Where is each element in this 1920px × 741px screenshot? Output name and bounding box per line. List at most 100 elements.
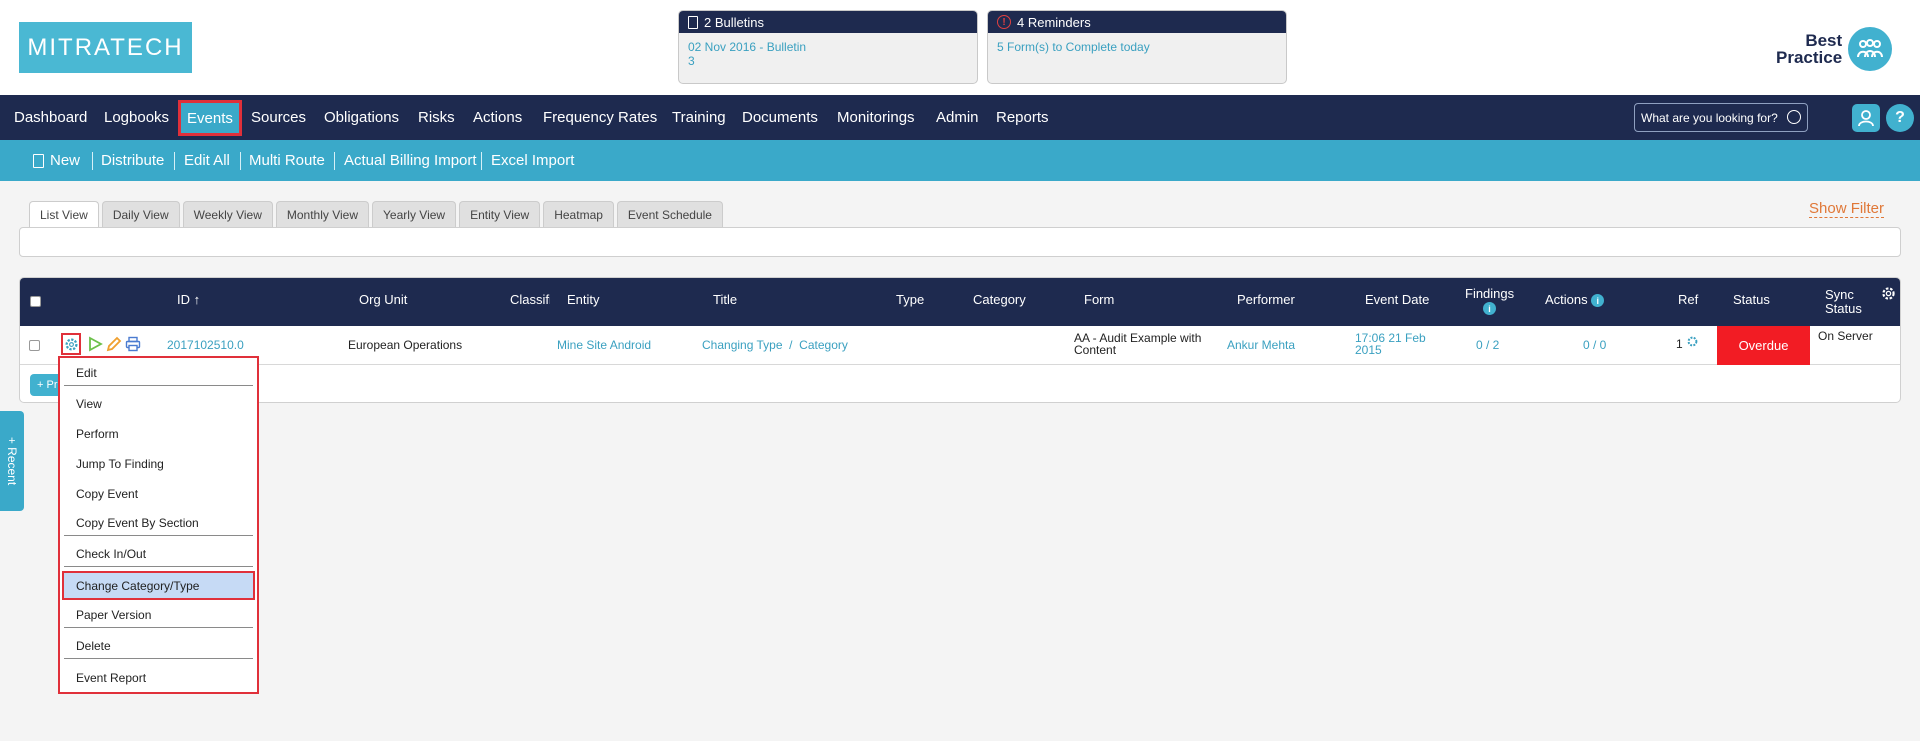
nav-training[interactable]: Training: [672, 95, 726, 140]
col-form[interactable]: Form: [1084, 293, 1114, 307]
entity-link[interactable]: Mine Site Android: [557, 339, 651, 351]
actual-billing-import-button[interactable]: Actual Billing Import: [344, 140, 477, 181]
col-type[interactable]: Type: [896, 293, 924, 307]
info-icon[interactable]: i: [1483, 302, 1497, 316]
status-badge: Overdue: [1717, 326, 1810, 365]
tab-entity-view[interactable]: Entity View: [459, 201, 541, 227]
menu-item-copy-event[interactable]: Copy Event: [64, 481, 253, 506]
col-event-date[interactable]: Event Date: [1365, 293, 1429, 307]
people-icon: [1848, 27, 1893, 71]
nav-frequency-rates[interactable]: Frequency Rates: [543, 95, 657, 140]
col-category[interactable]: Category: [973, 293, 1026, 307]
ref-cell[interactable]: 1: [1676, 335, 1699, 350]
tab-heatmap[interactable]: Heatmap: [543, 201, 614, 227]
col-entity[interactable]: Entity: [567, 293, 600, 307]
col-ref[interactable]: Ref: [1678, 293, 1698, 307]
sub-nav: New Distribute Edit All Multi Route Actu…: [0, 140, 1920, 181]
event-date-cell[interactable]: 17:06 21 Feb 2015: [1355, 332, 1426, 356]
nav-documents[interactable]: Documents: [742, 95, 818, 140]
bulletins-header: 2 Bulletins: [679, 11, 977, 33]
nav-admin[interactable]: Admin: [936, 95, 979, 140]
bulletins-title: 2 Bulletins: [704, 14, 764, 30]
excel-import-button[interactable]: Excel Import: [491, 140, 574, 181]
reminders-card[interactable]: ! 4 Reminders 5 Form(s) to Complete toda…: [987, 10, 1287, 84]
col-classification[interactable]: Classifi: [510, 293, 550, 307]
edit-pencil-icon[interactable]: [106, 336, 122, 352]
menu-item-event-report[interactable]: Event Report: [64, 665, 253, 690]
nav-actions[interactable]: Actions: [473, 95, 522, 140]
divider: [240, 152, 241, 170]
table-row[interactable]: 2017102510.0 European Operations Mine Si…: [20, 326, 1900, 365]
menu-item-paper-version[interactable]: Paper Version: [64, 603, 253, 628]
nav-sources[interactable]: Sources: [251, 95, 306, 140]
show-filter-link[interactable]: Show Filter: [1809, 200, 1885, 218]
col-sync-label-1: Sync: [1825, 287, 1854, 302]
help-button[interactable]: ?: [1886, 104, 1914, 132]
nav-dashboard[interactable]: Dashboard: [14, 95, 87, 140]
col-title[interactable]: Title: [713, 293, 737, 307]
row-context-menu: Edit View Perform Jump To Finding Copy E…: [58, 356, 259, 694]
select-all-checkbox[interactable]: [30, 296, 41, 307]
nav-risks[interactable]: Risks: [418, 95, 455, 140]
divider: [92, 152, 93, 170]
search-input[interactable]: What are you looking for?: [1634, 103, 1808, 132]
divider: [481, 152, 482, 170]
header: MITRATECH 2 Bulletins 02 Nov 2016 - Bull…: [0, 0, 1920, 95]
tab-list-view[interactable]: List View: [29, 201, 99, 227]
title-link[interactable]: Changing Type / Category: [702, 339, 848, 351]
row-menu-button[interactable]: [61, 333, 81, 355]
column-settings-icon[interactable]: [1880, 285, 1897, 302]
menu-item-view[interactable]: View: [64, 391, 253, 416]
print-icon[interactable]: [125, 336, 141, 352]
col-status[interactable]: Status: [1733, 293, 1770, 307]
tab-daily-view[interactable]: Daily View: [101, 201, 180, 227]
menu-item-edit[interactable]: Edit: [64, 361, 253, 386]
recent-side-tab[interactable]: + Recent: [0, 411, 24, 511]
tab-monthly-view[interactable]: Monthly View: [275, 201, 370, 227]
tab-weekly-view[interactable]: Weekly View: [182, 201, 273, 227]
distribute-button[interactable]: Distribute: [101, 140, 164, 181]
nav-reports[interactable]: Reports: [996, 95, 1049, 140]
row-checkbox[interactable]: [29, 340, 40, 351]
info-icon[interactable]: i: [1591, 294, 1605, 308]
event-id-link[interactable]: 2017102510.0: [167, 339, 244, 351]
multi-route-button[interactable]: Multi Route: [249, 140, 325, 181]
menu-item-copy-event-by-section[interactable]: Copy Event By Section: [64, 511, 253, 536]
tab-event-schedule[interactable]: Event Schedule: [616, 201, 723, 227]
col-id[interactable]: ID ↑: [177, 293, 200, 307]
search-icon[interactable]: [1787, 110, 1801, 124]
col-sync-status[interactable]: Sync Status: [1825, 288, 1862, 316]
menu-item-check-in-out[interactable]: Check In/Out: [64, 542, 253, 567]
findings-link[interactable]: 0 / 2: [1476, 339, 1499, 351]
tab-yearly-view[interactable]: Yearly View: [372, 201, 457, 227]
menu-item-delete[interactable]: Delete: [64, 634, 253, 659]
events-table: ID ↑ Org Unit Classifi Entity Title Type…: [19, 277, 1901, 403]
new-label: New: [50, 152, 81, 169]
mitratech-logo[interactable]: MITRATECH: [19, 22, 192, 73]
menu-item-change-category-type[interactable]: Change Category/Type: [62, 571, 255, 600]
nav-monitorings[interactable]: Monitorings: [837, 95, 915, 140]
user-profile-button[interactable]: [1852, 104, 1880, 132]
performer-link[interactable]: Ankur Mehta: [1227, 339, 1295, 351]
bulletins-card[interactable]: 2 Bulletins 02 Nov 2016 - Bulletin 3: [678, 10, 978, 84]
actions-link[interactable]: 0 / 0: [1583, 339, 1606, 351]
org-unit-cell: European Operations: [348, 338, 463, 352]
bulletin-number[interactable]: 3: [688, 54, 968, 68]
bulletin-link[interactable]: 02 Nov 2016 - Bulletin: [688, 40, 968, 54]
edit-all-button[interactable]: Edit All: [184, 140, 230, 181]
col-org-unit[interactable]: Org Unit: [359, 293, 407, 307]
ref-gear-icon[interactable]: [1686, 335, 1699, 348]
document-icon: [688, 15, 698, 29]
nav-logbooks[interactable]: Logbooks: [104, 95, 169, 140]
new-button[interactable]: New: [33, 140, 80, 181]
menu-item-perform[interactable]: Perform: [64, 421, 253, 446]
perform-play-icon[interactable]: [88, 336, 103, 352]
new-page-icon: [33, 153, 44, 168]
col-performer[interactable]: Performer: [1237, 293, 1295, 307]
col-findings[interactable]: Findings i: [1465, 287, 1514, 316]
col-actions[interactable]: Actions i: [1545, 293, 1605, 308]
nav-obligations[interactable]: Obligations: [324, 95, 399, 140]
reminder-link[interactable]: 5 Form(s) to Complete today: [997, 40, 1277, 54]
menu-item-jump-to-finding[interactable]: Jump To Finding: [64, 451, 253, 476]
nav-events[interactable]: Events: [178, 100, 242, 136]
